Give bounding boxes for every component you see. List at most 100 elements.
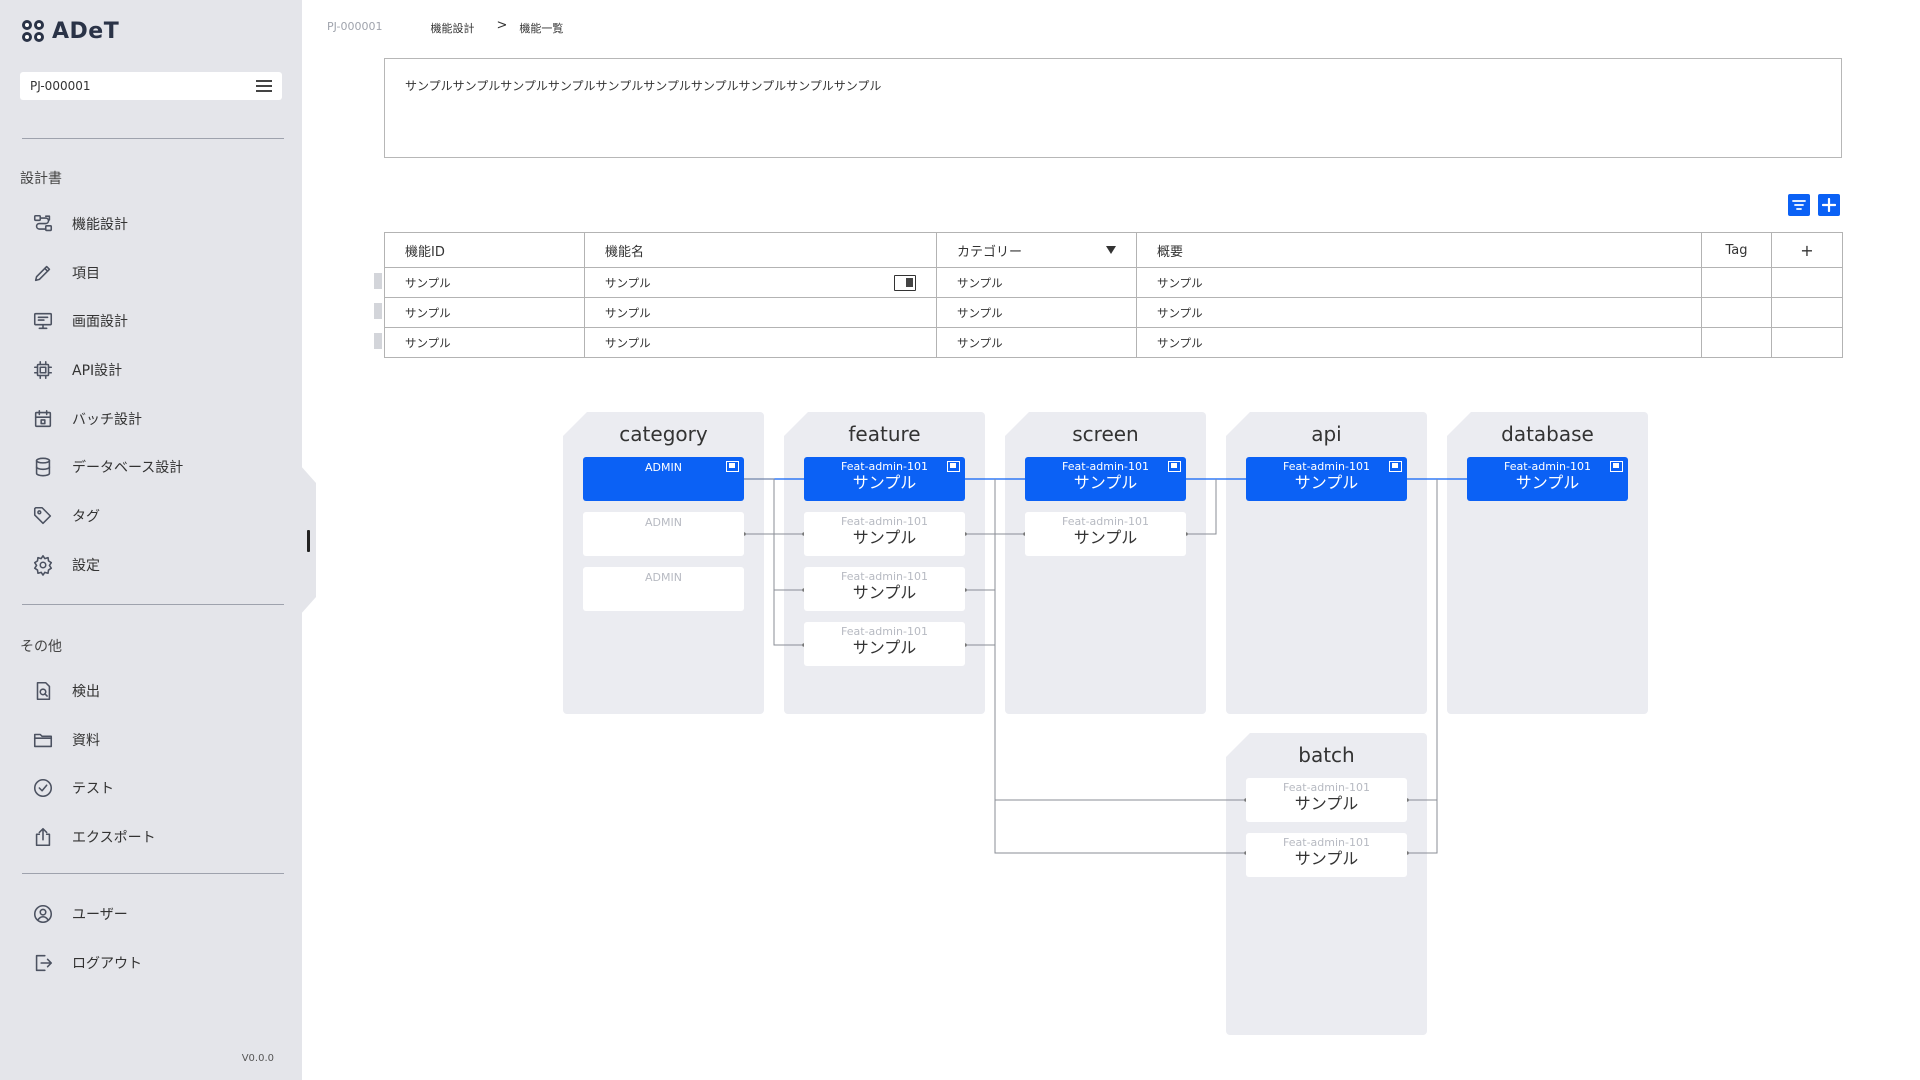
cell-tag[interactable]	[1701, 267, 1772, 298]
cell-summary[interactable]: サンプル	[1136, 327, 1702, 358]
card-name: サンプル	[1073, 473, 1138, 492]
breadcrumb-separator: >	[496, 18, 508, 33]
sidebar-item-screen-design[interactable]: 画面設計	[32, 308, 128, 334]
diagram-card-feature[interactable]: Feat-admin-101 サンプル	[804, 622, 965, 666]
sidebar-item-label: バッチ設計	[72, 412, 142, 428]
sidebar-item-user[interactable]: ユーザー	[32, 901, 128, 927]
card-id: Feat-admin-101	[1062, 515, 1149, 528]
sidebar-item-tags[interactable]: タグ	[32, 503, 100, 529]
row-drag-handle[interactable]	[374, 273, 382, 289]
diagram-card-category[interactable]: ADMIN	[583, 457, 744, 501]
cell-name[interactable]: サンプル	[584, 297, 937, 328]
filter-button[interactable]	[1788, 194, 1810, 216]
card-name: サンプル	[1515, 473, 1580, 492]
card-name: サンプル	[852, 583, 917, 602]
database-icon	[32, 456, 54, 478]
add-feature-button[interactable]	[1818, 194, 1840, 216]
diagram-card-database[interactable]: Feat-admin-101 サンプル	[1467, 457, 1628, 501]
column-header-summary[interactable]: 概要	[1136, 232, 1702, 268]
card-id: Feat-admin-101	[1283, 781, 1370, 794]
table-row[interactable]: サンプル サンプル サンプル サンプル	[384, 327, 1843, 358]
tag-icon	[32, 505, 54, 527]
breadcrumb-project[interactable]: PJ-000001	[327, 20, 382, 36]
diagram-card-feature[interactable]: Feat-admin-101 サンプル	[804, 567, 965, 611]
table-row[interactable]: サンプル サンプル サンプル サンプル	[384, 297, 1843, 328]
cell-id[interactable]: サンプル	[384, 327, 585, 358]
card-name: サンプル	[852, 528, 917, 547]
description-field[interactable]: サンプルサンプルサンプルサンプルサンプルサンプルサンプルサンプルサンプルサンプル	[384, 58, 1842, 158]
open-detail-icon[interactable]	[894, 274, 916, 291]
diagram-card-category[interactable]: ADMIN	[583, 512, 744, 556]
cell-tag[interactable]	[1701, 297, 1772, 328]
calendar-icon	[32, 408, 54, 430]
cell-name[interactable]: サンプル	[584, 267, 937, 298]
sidebar-item-label: ログアウト	[72, 956, 142, 972]
sidebar-item-test[interactable]: テスト	[32, 775, 114, 801]
sidebar-item-api-design[interactable]: API設計	[32, 357, 122, 383]
sidebar-item-batch-design[interactable]: バッチ設計	[32, 406, 142, 432]
cell-tag[interactable]	[1701, 327, 1772, 358]
hamburger-menu-icon[interactable]	[256, 80, 272, 92]
sidebar-item-export[interactable]: エクスポート	[32, 824, 156, 850]
document-search-icon	[32, 680, 54, 702]
row-drag-handle[interactable]	[374, 303, 382, 319]
diagram-card-batch[interactable]: Feat-admin-101 サンプル	[1246, 833, 1407, 877]
cell-id[interactable]: サンプル	[384, 267, 585, 298]
diagram-card-category[interactable]: ADMIN	[583, 567, 744, 611]
sidebar-item-feature-design[interactable]: 機能設計	[32, 211, 128, 237]
diagram-card-api[interactable]: Feat-admin-101 サンプル	[1246, 457, 1407, 501]
flow-icon	[32, 213, 54, 235]
card-name: サンプル	[852, 473, 917, 492]
card-name: サンプル	[852, 638, 917, 657]
open-detail-icon[interactable]	[947, 461, 960, 472]
monitor-icon	[32, 310, 54, 332]
cell-summary[interactable]: サンプル	[1136, 267, 1702, 298]
sidebar-item-label: 機能設計	[72, 217, 128, 233]
sidebar-item-detection[interactable]: 検出	[32, 678, 100, 704]
diagram-card-screen[interactable]: Feat-admin-101 サンプル	[1025, 457, 1186, 501]
sidebar-item-database-design[interactable]: データベース設計	[32, 454, 183, 480]
open-detail-icon[interactable]	[1168, 461, 1181, 472]
cell-category[interactable]: サンプル	[936, 297, 1137, 328]
diagram-card-screen[interactable]: Feat-admin-101 サンプル	[1025, 512, 1186, 556]
cell-empty	[1771, 327, 1843, 358]
cell-id[interactable]: サンプル	[384, 297, 585, 328]
cell-empty	[1771, 297, 1843, 328]
diagram-card-feature[interactable]: Feat-admin-101 サンプル	[804, 512, 965, 556]
diagram-card-batch[interactable]: Feat-admin-101 サンプル	[1246, 778, 1407, 822]
sidebar-collapse-handle-icon[interactable]	[307, 530, 310, 552]
open-detail-icon[interactable]	[1610, 461, 1623, 472]
table-row[interactable]: サンプル サンプル サンプル サンプル	[384, 267, 1843, 298]
sidebar-item-label: データベース設計	[72, 460, 184, 476]
card-name: サンプル	[1294, 849, 1359, 868]
column-header-category[interactable]: カテゴリー	[936, 232, 1137, 268]
row-drag-handle[interactable]	[374, 333, 382, 349]
column-header-name[interactable]: 機能名	[584, 232, 937, 268]
lane-title: category	[619, 422, 708, 446]
open-detail-icon[interactable]	[726, 461, 739, 472]
cell-name[interactable]: サンプル	[584, 327, 937, 358]
column-header-id[interactable]: 機能ID	[384, 232, 585, 268]
sidebar-item-documents[interactable]: 資料	[32, 727, 100, 753]
cell-category[interactable]: サンプル	[936, 267, 1137, 298]
project-selector[interactable]: PJ-000001	[20, 72, 282, 100]
app-logo[interactable]: ADeT	[20, 18, 119, 44]
open-detail-icon[interactable]	[1389, 461, 1402, 472]
cell-summary[interactable]: サンプル	[1136, 297, 1702, 328]
sidebar-item-label: 項目	[72, 266, 100, 282]
project-selector-value: PJ-000001	[30, 79, 91, 93]
sidebar-item-logout[interactable]: ログアウト	[32, 950, 142, 976]
breadcrumb-parent[interactable]: 機能設計	[430, 20, 474, 36]
add-column-button[interactable]: +	[1771, 232, 1843, 268]
diagram-card-feature[interactable]: Feat-admin-101 サンプル	[804, 457, 965, 501]
sidebar-item-fields[interactable]: 項目	[32, 260, 100, 286]
lane-title: batch	[1298, 743, 1355, 767]
dropdown-triangle-icon[interactable]	[1106, 246, 1116, 254]
column-header-tag[interactable]: Tag	[1701, 232, 1772, 268]
sidebar-item-label: エクスポート	[72, 830, 156, 846]
sidebar-item-label: テスト	[72, 781, 114, 797]
sidebar-item-settings[interactable]: 設定	[32, 552, 100, 578]
filter-icon	[1792, 200, 1806, 210]
cell-category[interactable]: サンプル	[936, 327, 1137, 358]
sidebar: ADeT PJ-000001 設計書 機能設計 項目 画面設計 API設計 バッ…	[0, 0, 302, 1080]
